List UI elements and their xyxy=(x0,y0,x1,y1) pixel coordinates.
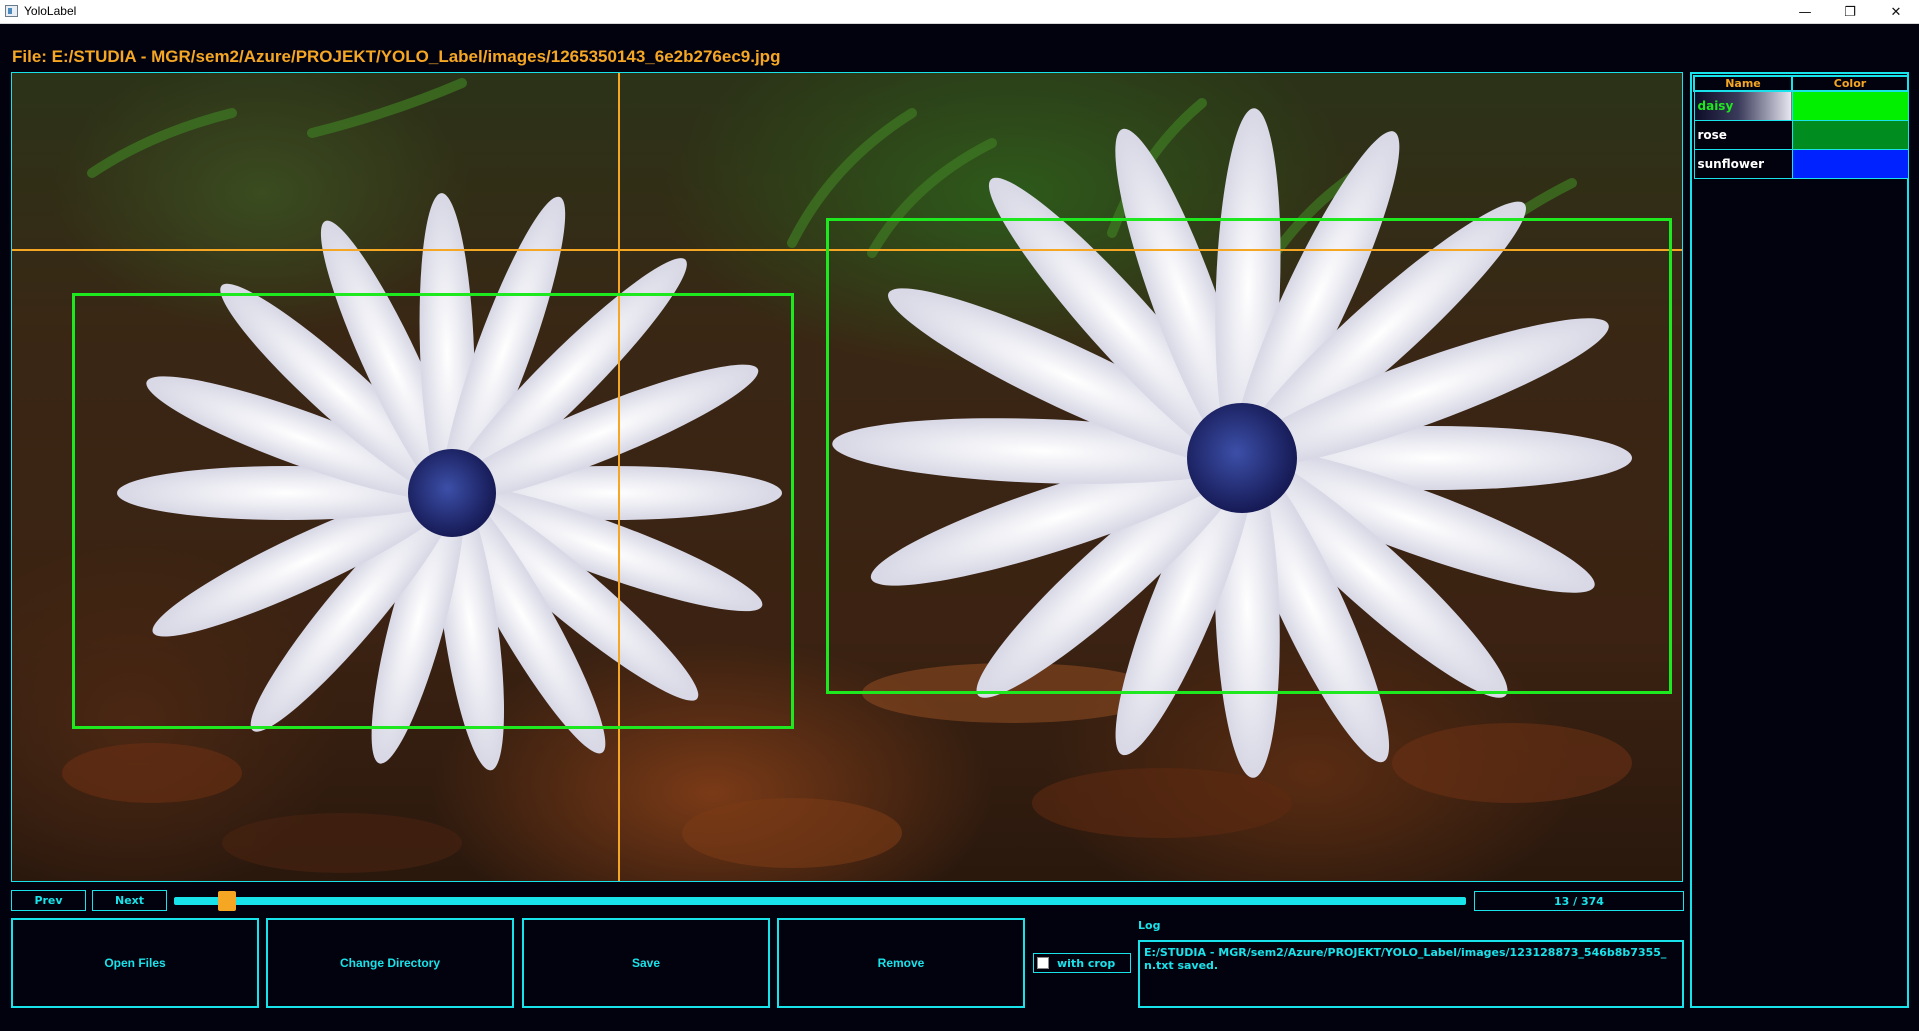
label-name[interactable]: daisy xyxy=(1693,90,1793,121)
image-counter: 13 / 374 xyxy=(1474,891,1684,911)
label-name[interactable]: rose xyxy=(1693,119,1793,150)
label-row-sunflower[interactable]: sunflower xyxy=(1693,148,1909,179)
label-row-daisy[interactable]: daisy xyxy=(1693,90,1909,121)
with-crop-label: with crop xyxy=(1057,956,1116,970)
maximize-icon[interactable]: ❐ xyxy=(1827,0,1873,24)
save-button[interactable]: Save xyxy=(522,918,770,1008)
bounding-box-daisy-right[interactable] xyxy=(826,218,1672,694)
log-label: Log xyxy=(1138,919,1161,932)
name-column-header[interactable]: Name xyxy=(1693,75,1793,92)
label-color-swatch[interactable] xyxy=(1791,90,1909,121)
next-button[interactable]: Next xyxy=(92,890,167,911)
bounding-box-daisy-left[interactable] xyxy=(72,293,794,729)
label-row-rose[interactable]: rose xyxy=(1693,119,1909,150)
label-table: Name Color daisy rose sunflower xyxy=(1693,75,1909,179)
window-title: YoloLabel xyxy=(24,4,77,18)
change-directory-button[interactable]: Change Directory xyxy=(266,918,514,1008)
close-icon[interactable]: ✕ xyxy=(1873,0,1919,24)
prev-button[interactable]: Prev xyxy=(11,890,86,911)
open-files-button[interactable]: Open Files xyxy=(11,918,259,1008)
label-color-swatch[interactable] xyxy=(1791,148,1909,179)
log-output: E:/STUDIA - MGR/sem2/Azure/PROJEKT/YOLO_… xyxy=(1138,940,1684,1008)
title-bar: YoloLabel — ❐ ✕ xyxy=(0,0,1919,24)
slider-handle[interactable] xyxy=(218,891,237,911)
file-path-label: File: E:/STUDIA - MGR/sem2/Azure/PROJEKT… xyxy=(12,47,781,66)
label-name[interactable]: sunflower xyxy=(1693,148,1793,179)
image-slider[interactable] xyxy=(174,891,1466,911)
label-panel: Name Color daisy rose sunflower xyxy=(1690,72,1909,1008)
color-column-header[interactable]: Color xyxy=(1791,75,1909,92)
remove-button[interactable]: Remove xyxy=(777,918,1025,1008)
app-icon xyxy=(5,5,18,17)
image-canvas[interactable] xyxy=(11,72,1683,882)
checkbox-box[interactable] xyxy=(1037,957,1049,969)
with-crop-checkbox[interactable]: with crop xyxy=(1033,953,1131,973)
minimize-icon[interactable]: — xyxy=(1782,0,1828,24)
label-color-swatch[interactable] xyxy=(1791,119,1909,150)
